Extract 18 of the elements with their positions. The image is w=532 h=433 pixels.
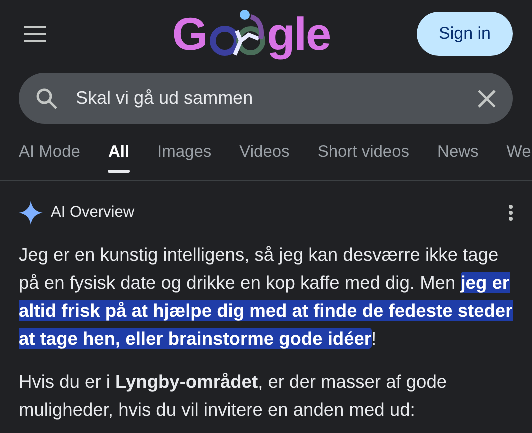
search-icon[interactable] xyxy=(36,88,58,110)
logo-text: gle xyxy=(267,6,331,60)
tab[interactable]: All xyxy=(108,140,130,180)
menu-icon[interactable] xyxy=(24,26,46,42)
logo-text: G xyxy=(172,6,208,60)
tab[interactable]: Images xyxy=(158,140,212,180)
more-icon[interactable] xyxy=(509,205,513,221)
tab[interactable]: We xyxy=(506,140,532,180)
clear-icon[interactable] xyxy=(478,90,496,108)
tab[interactable]: AI Mode xyxy=(19,140,80,180)
sign-in-button[interactable]: Sign in xyxy=(417,12,513,56)
tab[interactable]: Videos xyxy=(240,140,290,180)
section-title: AI Overview xyxy=(51,204,136,222)
tab[interactable]: Short videos xyxy=(318,140,410,180)
tab[interactable]: News xyxy=(438,140,479,180)
doodle-icon xyxy=(207,8,268,58)
sparkle-icon xyxy=(19,201,43,225)
paragraph: Hvis du er i Lyngby-området, er der masser af gode muligheder, hvis du vil invitere en anden med ud: xyxy=(19,370,448,422)
